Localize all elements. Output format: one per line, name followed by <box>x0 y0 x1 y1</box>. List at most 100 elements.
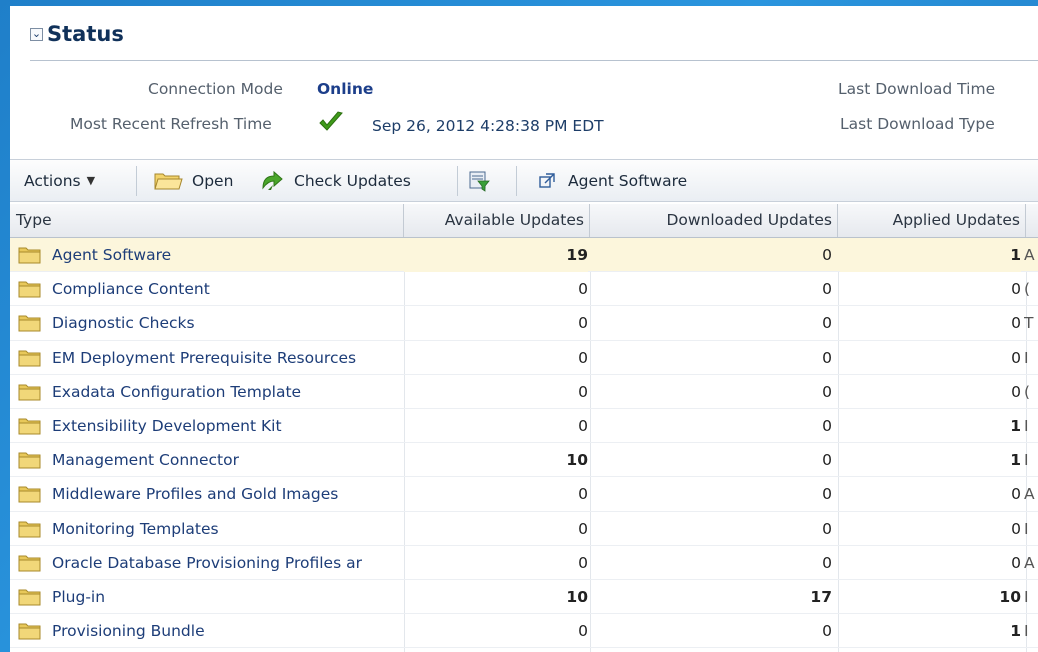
downloaded-updates-cell: 0 <box>822 553 832 572</box>
open-label: Open <box>192 171 234 190</box>
truncated-column-cell: ( <box>1024 280 1031 299</box>
type-cell[interactable]: Middleware Profiles and Gold Images <box>18 477 403 511</box>
folder-open-icon <box>154 173 183 189</box>
caret-down-icon: ▼ <box>86 174 96 187</box>
applied-updates-cell: 1 <box>1010 416 1021 435</box>
checkmark-icon <box>319 111 343 131</box>
type-cell[interactable]: Plug-in <box>18 580 403 614</box>
connection-mode-label: Connection Mode <box>148 80 283 98</box>
folder-icon <box>18 555 41 572</box>
downloaded-updates-cell: 0 <box>822 246 832 264</box>
table-row[interactable]: Management Connector 10 0 1 I <box>10 443 1038 478</box>
table-body: Agent Software 19 0 1 A Compliance Content 0 0 0… <box>10 238 1038 649</box>
folder-icon <box>18 384 41 401</box>
applied-updates-cell: 1 <box>840 238 1021 272</box>
truncated-column-cell: I <box>1024 416 1029 435</box>
available-updates-cell: 0 <box>578 280 588 299</box>
table-row[interactable]: Monitoring Templates 0 0 0 I <box>10 512 1038 546</box>
downloaded-updates-cell: 17 <box>810 587 832 606</box>
table-row[interactable]: Agent Software 19 0 1 A <box>10 238 1038 273</box>
type-cell[interactable]: EM Deployment Prerequisite Resources <box>18 341 403 375</box>
folder-icon <box>18 418 41 435</box>
table-row[interactable]: Oracle Database Provisioning Profiles ar… <box>10 546 1038 580</box>
truncated-column-cell: T <box>1024 314 1034 333</box>
type-cell[interactable]: Compliance Content <box>18 272 403 306</box>
column-header-applied[interactable]: Applied Updates <box>838 204 1026 237</box>
type-label: Diagnostic Checks <box>52 314 195 333</box>
truncated-column-cell: A <box>1024 553 1035 572</box>
folder-icon <box>18 350 41 367</box>
truncated-column-cell: I <box>1024 348 1029 367</box>
folder-icon <box>18 589 41 606</box>
type-label: Management Connector <box>52 451 239 470</box>
open-button[interactable]: Open <box>154 160 233 201</box>
downloaded-updates-cell: 0 <box>822 485 832 504</box>
type-cell[interactable]: Extensibility Development Kit <box>18 409 403 443</box>
available-updates-cell: 0 <box>578 553 588 572</box>
applied-updates-cell: 0 <box>1011 382 1021 401</box>
applied-updates-cell: 0 <box>1011 485 1021 504</box>
check-updates-icon <box>262 170 283 190</box>
truncated-column-cell: ( <box>1024 382 1031 401</box>
available-updates-cell: 0 <box>578 622 588 641</box>
folder-icon <box>18 281 41 298</box>
connection-mode-value: Online <box>317 80 374 98</box>
filter-button[interactable] <box>468 160 490 201</box>
available-updates-cell: 0 <box>578 314 588 333</box>
status-title: Status <box>47 22 124 46</box>
applied-updates-cell: 10 <box>999 587 1021 606</box>
table-header: Type Available Updates Downloaded Update… <box>10 204 1038 238</box>
truncated-column-cell: I <box>1024 451 1029 470</box>
column-header-available[interactable]: Available Updates <box>404 204 590 237</box>
column-header-downloaded[interactable]: Downloaded Updates <box>590 204 838 237</box>
status-header: ⌄ Status <box>30 22 124 46</box>
folder-icon <box>18 452 41 469</box>
check-updates-button[interactable]: Check Updates <box>260 160 411 201</box>
chevron-down-icon[interactable]: ⌄ <box>30 27 43 41</box>
agent-software-link[interactable]: Agent Software <box>538 160 687 201</box>
agent-software-label: Agent Software <box>568 171 688 190</box>
type-label: Extensibility Development Kit <box>52 416 282 435</box>
available-updates-cell: 0 <box>578 416 588 435</box>
table-row[interactable]: Provisioning Bundle 0 0 1 I <box>10 614 1038 649</box>
type-label: Compliance Content <box>52 280 210 299</box>
available-updates-cell: 10 <box>566 451 588 470</box>
header-divider <box>30 60 1038 61</box>
truncated-column-cell: A <box>1024 246 1035 264</box>
refresh-time-label: Most Recent Refresh Time <box>70 115 272 133</box>
type-label: Exadata Configuration Template <box>52 382 302 401</box>
downloaded-updates-cell: 0 <box>822 382 832 401</box>
downloaded-updates-cell: 0 <box>822 451 832 470</box>
applied-updates-cell: 0 <box>1011 553 1021 572</box>
table-row[interactable]: Middleware Profiles and Gold Images 0 0 0 A <box>10 477 1038 512</box>
truncated-column-cell: I <box>1024 587 1029 606</box>
type-cell[interactable]: Provisioning Bundle <box>18 614 403 648</box>
table-row[interactable]: Extensibility Development Kit 0 0 1 I <box>10 409 1038 444</box>
table-row[interactable]: EM Deployment Prerequisite Resources 0 0 0 I <box>10 341 1038 375</box>
folder-icon <box>18 247 41 264</box>
folder-icon <box>18 486 41 503</box>
table-row[interactable]: Exadata Configuration Template 0 0 0( <box>10 375 1038 409</box>
filter-icon <box>469 171 490 192</box>
column-header-type[interactable]: Type <box>10 204 404 237</box>
table-row[interactable]: Compliance Content 0 0 0( <box>10 272 1038 307</box>
link-icon <box>539 172 555 188</box>
truncated-column-cell: I <box>1024 622 1029 641</box>
status-panel: ⌄ Status Connection Mode Online Most Rec… <box>10 6 1038 652</box>
type-cell[interactable]: Oracle Database Provisioning Profiles ar <box>18 546 403 580</box>
type-cell[interactable]: Diagnostic Checks <box>18 306 403 340</box>
type-cell[interactable]: Agent Software <box>18 238 403 272</box>
table-row[interactable]: Diagnostic Checks 0 0 0 T <box>10 306 1038 341</box>
type-cell[interactable]: Monitoring Templates <box>18 512 403 546</box>
downloaded-updates-cell: 0 <box>822 519 832 538</box>
last-download-time-label: Last Download Time <box>838 80 996 98</box>
downloaded-updates-cell: 0 <box>822 280 832 299</box>
available-updates-cell: 0 <box>578 485 588 504</box>
last-download-type-label: Last Download Type <box>840 115 995 133</box>
refresh-time-value: Sep 26, 2012 4:28:38 PM EDT <box>372 117 604 135</box>
type-cell[interactable]: Management Connector <box>18 443 403 477</box>
applied-updates-cell: 1 <box>1010 622 1021 641</box>
table-row[interactable]: Plug-in 10 17 10 I <box>10 580 1038 615</box>
type-cell[interactable]: Exadata Configuration Template <box>18 375 403 409</box>
actions-menu[interactable]: Actions ▼ <box>24 160 95 201</box>
